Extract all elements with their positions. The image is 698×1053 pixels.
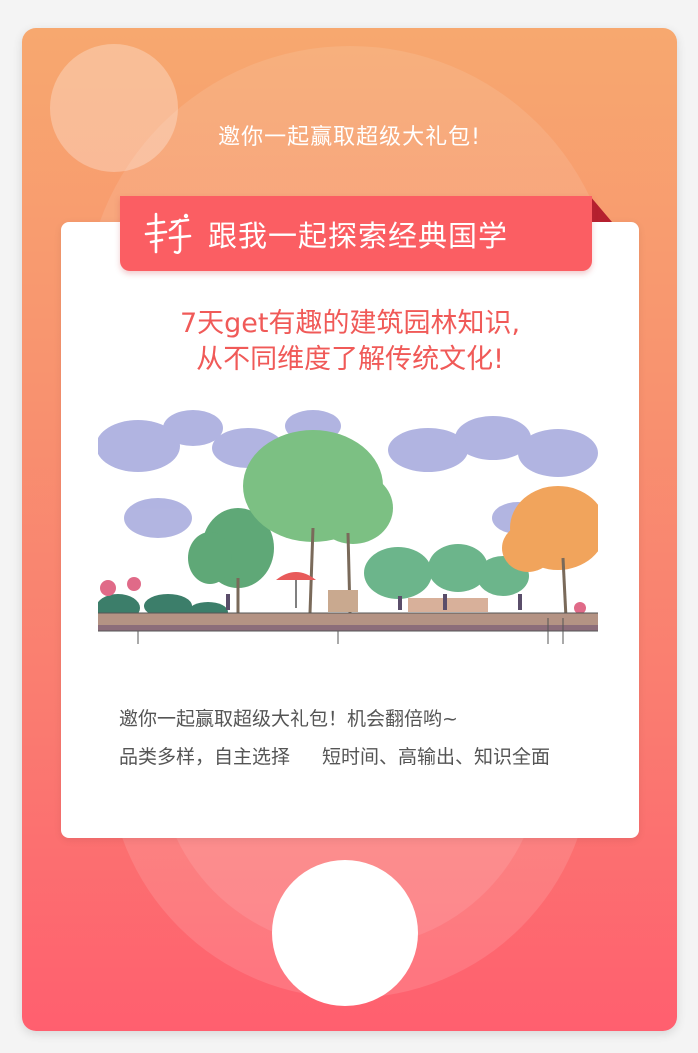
garden-sketch-illustration	[98, 408, 598, 656]
invite-poster: 邀你一起赢取超级大礼包! 跟我一起探索经典国学 7天get有趣的建筑园林知识, …	[22, 28, 677, 1031]
headline: 7天get有趣的建筑园林知识, 从不同维度了解传统文化!	[61, 306, 639, 378]
headline-line-1: 7天get有趣的建筑园林知识,	[179, 308, 521, 339]
title-ribbon: 跟我一起探索经典国学	[120, 196, 592, 271]
description-line-2: 品类多样，自主选择 短时间、高输出、知识全面	[119, 742, 550, 769]
feature-choice: 品类多样，自主选择	[119, 746, 291, 768]
qr-code-placeholder[interactable]	[272, 860, 418, 1006]
ribbon-title: 跟我一起探索经典国学	[208, 218, 509, 253]
brand-logo-icon	[144, 212, 192, 254]
ribbon-fold	[590, 196, 612, 222]
invite-title: 邀你一起赢取超级大礼包!	[218, 125, 481, 150]
description-line-1: 邀你一起赢取超级大礼包！机会翻倍哟~	[119, 708, 458, 730]
decorative-circle	[50, 44, 178, 172]
headline-line-2: 从不同维度了解传统文化!	[196, 344, 504, 375]
feature-efficiency: 短时间、高输出、知识全面	[322, 746, 551, 768]
